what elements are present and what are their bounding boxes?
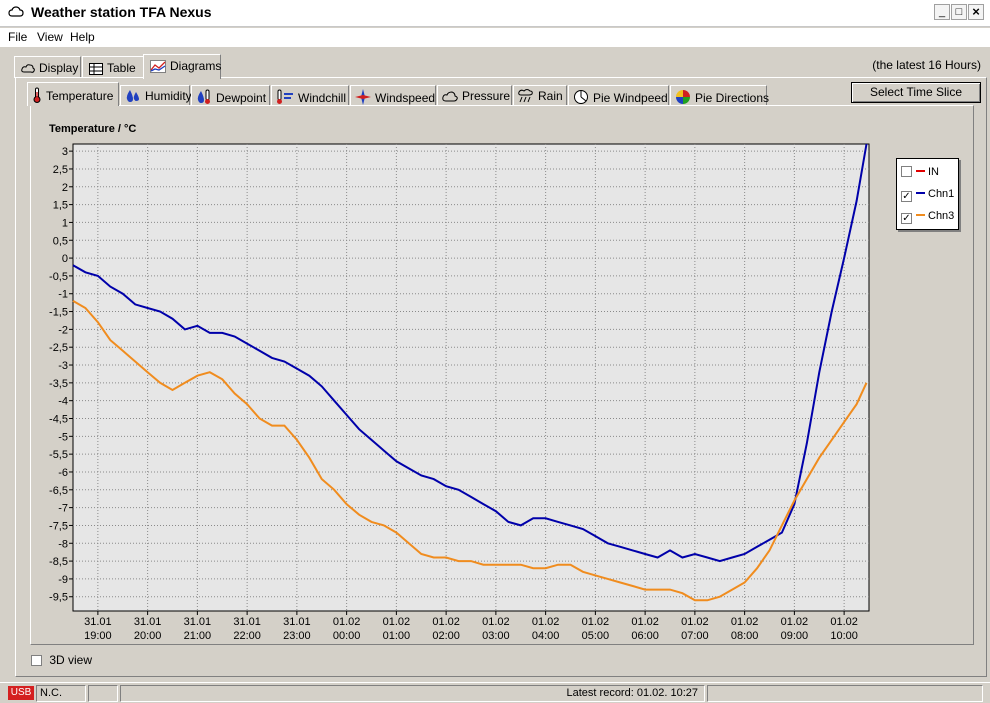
latest-record: Latest record: 01.02. 10:27 xyxy=(120,685,705,702)
x-tick-label-time: 04:00 xyxy=(532,630,560,642)
x-tick-label-date: 31.01 xyxy=(134,616,162,628)
y-tick-label: -5,5 xyxy=(49,449,68,461)
legend-swatch-chn3 xyxy=(916,214,925,216)
y-tick-label: -4 xyxy=(58,396,68,408)
tab-diagrams[interactable]: Diagrams xyxy=(143,54,221,79)
x-tick-label-time: 10:00 xyxy=(830,630,858,642)
x-tick-label-time: 06:00 xyxy=(631,630,659,642)
y-tick-label: -2,5 xyxy=(49,342,68,354)
legend-checkbox-chn1[interactable]: ✓ xyxy=(901,191,912,202)
legend-item-in: IN xyxy=(901,166,939,180)
x-tick-label-time: 09:00 xyxy=(781,630,809,642)
y-tick-label: -6,5 xyxy=(49,485,68,497)
x-tick-label-date: 31.01 xyxy=(184,616,212,628)
thermometer-icon xyxy=(32,87,42,106)
y-tick-label: -9,5 xyxy=(49,592,68,604)
x-tick-label-date: 31.01 xyxy=(84,616,112,628)
tab-temperature[interactable]: Temperature xyxy=(27,82,119,106)
tab-temperature-label: Temperature xyxy=(46,89,114,103)
status-cell-right xyxy=(707,685,983,702)
x-tick-label-date: 31.01 xyxy=(283,616,311,628)
temperature-chart: 3 2,5 2 1,5 1 0,5 0 -0,5 -1 -1,5 -2 -2,5 -3 -3,5 -4 -4,… xyxy=(49,143,870,642)
y-tick-label: -5 xyxy=(58,431,68,443)
y-tick-label: -1,5 xyxy=(49,307,68,319)
y-tick-label: -0,5 xyxy=(49,271,68,283)
x-tick-label-date: 01.02 xyxy=(631,616,659,628)
x-tick-label-time: 23:00 xyxy=(283,630,311,642)
x-tick-label-time: 08:00 xyxy=(731,630,759,642)
x-tick-label-date: 01.02 xyxy=(830,616,858,628)
legend-swatch-in xyxy=(916,170,925,172)
x-tick-label-date: 01.02 xyxy=(333,616,361,628)
legend-checkbox-chn3[interactable]: ✓ xyxy=(901,213,912,224)
y-tick-label: -4,5 xyxy=(49,413,68,425)
connection-status: N.C. xyxy=(36,685,86,702)
view-3d-option[interactable]: 3D view xyxy=(31,653,92,667)
y-tick-label: 3 xyxy=(62,146,68,158)
y-tick-label: -6 xyxy=(58,467,68,479)
x-tick-label-time: 20:00 xyxy=(134,630,162,642)
x-tick-label-time: 19:00 xyxy=(84,630,112,642)
x-tick-label-date: 01.02 xyxy=(731,616,759,628)
legend-label-chn1: Chn1 xyxy=(928,188,955,200)
y-tick-label: -3,5 xyxy=(49,378,68,390)
legend-item-chn1: ✓ Chn1 xyxy=(901,188,954,202)
chart-legend: IN ✓ Chn1 ✓ Chn3 xyxy=(896,158,959,230)
y-tick-label: -2 xyxy=(58,324,68,336)
x-tick-label-date: 01.02 xyxy=(432,616,460,628)
x-tick-label-date: 31.01 xyxy=(233,616,261,628)
y-tick-label: 0 xyxy=(62,253,68,265)
x-tick-label-date: 01.02 xyxy=(482,616,510,628)
x-tick-label-time: 22:00 xyxy=(233,630,261,642)
y-tick-label: -7 xyxy=(58,503,68,515)
status-bar: USB N.C. Latest record: 01.02. 10:27 xyxy=(0,682,990,703)
view-3d-checkbox[interactable] xyxy=(31,655,42,666)
x-tick-label-time: 00:00 xyxy=(333,630,361,642)
x-tick-label-date: 01.02 xyxy=(681,616,709,628)
x-tick-label-date: 01.02 xyxy=(781,616,809,628)
legend-swatch-chn1 xyxy=(916,192,925,194)
y-tick-label: -9 xyxy=(58,574,68,586)
y-tick-label: 2,5 xyxy=(53,164,68,176)
legend-checkbox-in[interactable] xyxy=(901,166,912,177)
legend-label-chn3: Chn3 xyxy=(928,210,955,222)
y-tick-label: 1,5 xyxy=(53,200,68,212)
tab-diagrams-label: Diagrams xyxy=(170,59,222,73)
x-tick-label-date: 01.02 xyxy=(582,616,610,628)
y-tick-label: 0,5 xyxy=(53,235,68,247)
y-tick-label: -1 xyxy=(58,289,68,301)
x-tick-label-date: 01.02 xyxy=(532,616,560,628)
y-tick-label: 2 xyxy=(62,182,68,194)
x-tick-label-time: 07:00 xyxy=(681,630,709,642)
y-tick-label: 1 xyxy=(62,217,68,229)
x-tick-label-time: 03:00 xyxy=(482,630,510,642)
legend-label-in: IN xyxy=(928,166,939,178)
status-cell-empty xyxy=(88,685,118,702)
x-tick-label-time: 02:00 xyxy=(432,630,460,642)
y-tick-label: -8 xyxy=(58,538,68,550)
diagram-icon xyxy=(150,60,166,76)
view-3d-label: 3D view xyxy=(49,653,93,667)
y-tick-label: -3 xyxy=(58,360,68,372)
y-tick-label: -7,5 xyxy=(49,520,68,532)
legend-item-chn3: ✓ Chn3 xyxy=(901,210,954,224)
y-tick-label: -8,5 xyxy=(49,556,68,568)
x-tick-label-time: 01:00 xyxy=(383,630,411,642)
usb-status-badge: USB xyxy=(8,686,34,700)
x-tick-label-time: 21:00 xyxy=(184,630,212,642)
x-tick-label-time: 05:00 xyxy=(582,630,610,642)
x-tick-label-date: 01.02 xyxy=(383,616,411,628)
